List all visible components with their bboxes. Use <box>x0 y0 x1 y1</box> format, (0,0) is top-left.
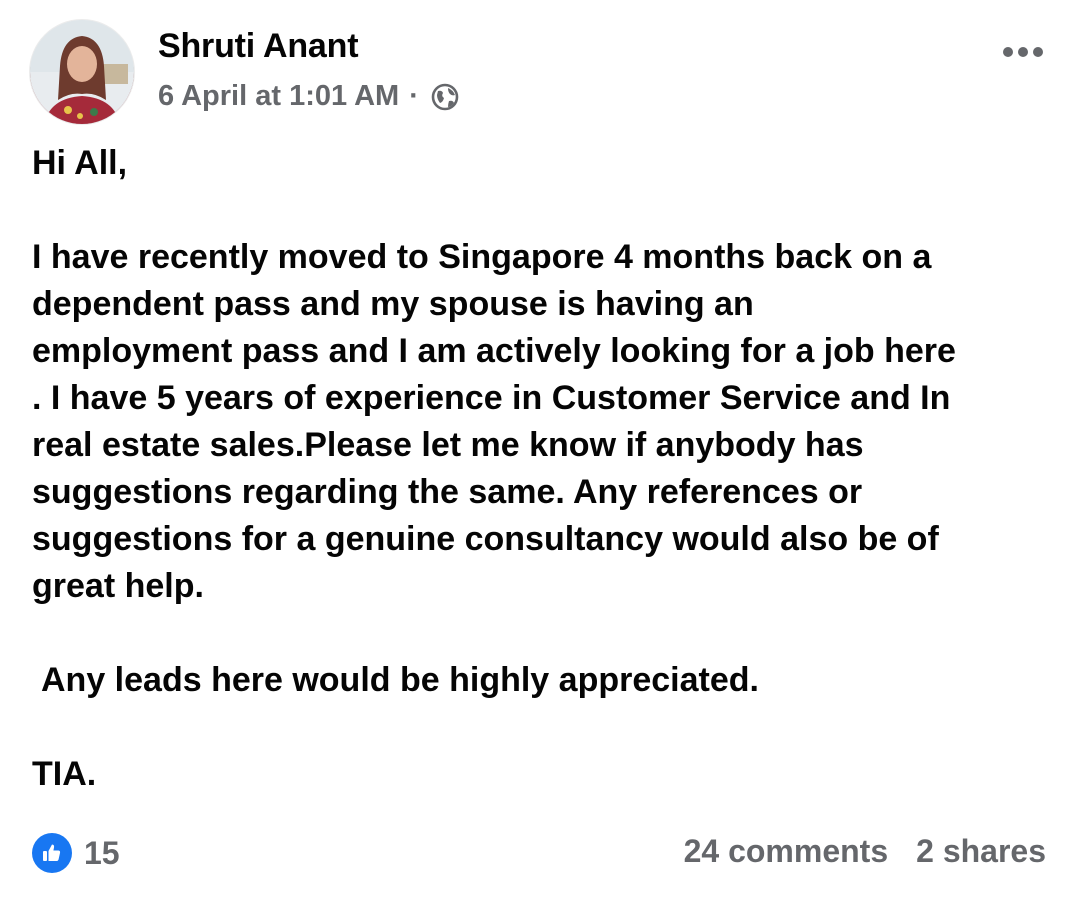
more-dot <box>1018 47 1028 57</box>
post-line: dependent pass and my spouse is having a… <box>32 285 754 323</box>
post-meta: 6 April at 1:01 AM · <box>158 80 461 113</box>
reaction-count: 15 <box>84 834 120 871</box>
post-line: great help. <box>32 567 204 605</box>
post-line: . I have 5 years of experience in Custom… <box>32 379 951 417</box>
shares-count-link[interactable]: 2 shares <box>916 833 1046 870</box>
facebook-post: Shruti Anant 6 April at 1:01 AM · Hi All… <box>0 0 1080 899</box>
post-greeting: Hi All, <box>32 144 128 182</box>
reactions-summary[interactable]: 15 <box>32 833 120 873</box>
engagement-stats: 24 comments 2 shares <box>684 833 1046 870</box>
post-line: suggestions for a genuine consultancy wo… <box>32 520 939 558</box>
more-dot <box>1003 47 1013 57</box>
post-sign-off: TIA. <box>32 755 97 793</box>
author-avatar[interactable] <box>30 20 134 124</box>
post-line: I have recently moved to Singapore 4 mon… <box>32 238 932 276</box>
comments-count-link[interactable]: 24 comments <box>684 833 889 870</box>
post-timestamp[interactable]: 6 April at 1:01 AM <box>158 80 399 113</box>
meta-separator: · <box>409 80 419 112</box>
more-options-icon[interactable] <box>998 40 1048 64</box>
like-icon <box>32 833 72 873</box>
globe-icon <box>429 81 461 113</box>
author-name[interactable]: Shruti Anant <box>158 27 359 66</box>
post-line: employment pass and I am actively lookin… <box>32 332 956 370</box>
post-line: suggestions regarding the same. Any refe… <box>32 473 863 511</box>
more-dot <box>1033 47 1043 57</box>
post-line: real estate sales.Please let me know if … <box>32 426 864 464</box>
post-closing-request: Any leads here would be highly appreciat… <box>41 661 759 699</box>
post-body: Hi All, I have recently moved to Singapo… <box>32 140 1052 798</box>
